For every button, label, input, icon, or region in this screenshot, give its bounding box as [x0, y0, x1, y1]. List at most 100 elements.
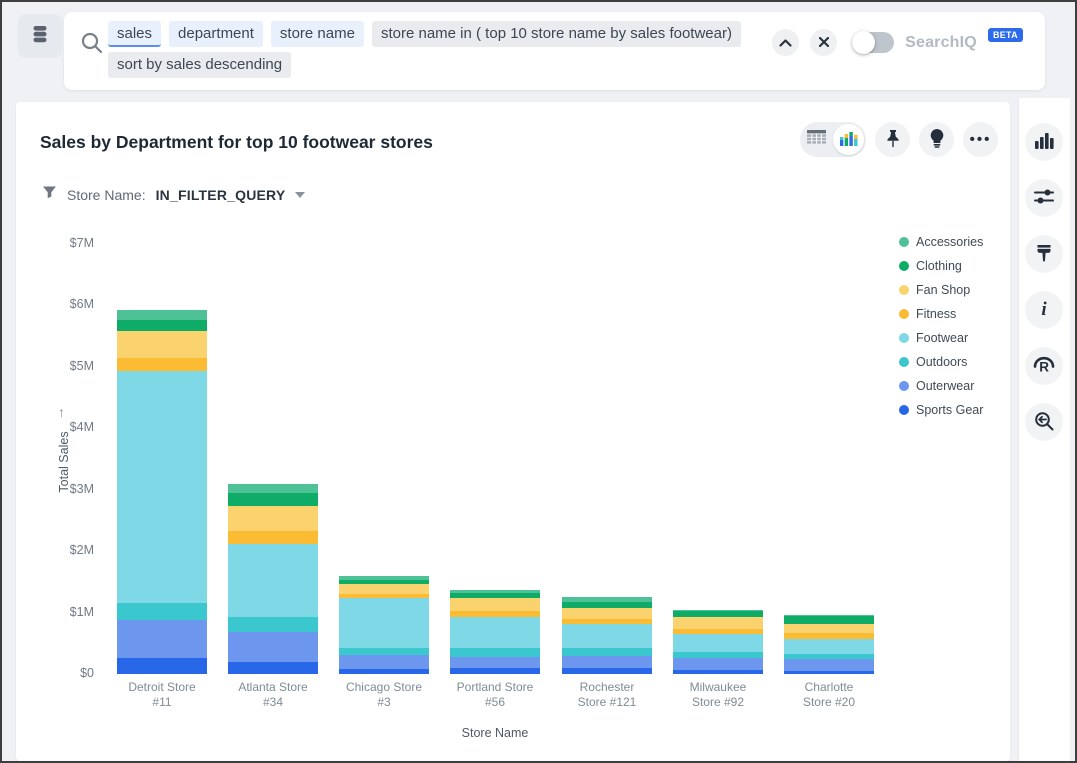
- bar-segment[interactable]: [784, 616, 874, 623]
- bar-segment[interactable]: [673, 670, 763, 674]
- bar-segment[interactable]: [228, 484, 318, 493]
- collapse-search-button[interactable]: [772, 29, 799, 56]
- bar-segment[interactable]: [117, 320, 207, 332]
- bar-segment[interactable]: [339, 580, 429, 584]
- bar-segment[interactable]: [339, 594, 429, 599]
- search-token[interactable]: store name in ( top 10 store name by sal…: [372, 21, 741, 47]
- bar-segment[interactable]: [784, 624, 874, 634]
- bar-segment[interactable]: [117, 620, 207, 658]
- bar-segment[interactable]: [784, 639, 874, 654]
- bar-segment[interactable]: [228, 493, 318, 506]
- y-axis-tick: $4M: [42, 420, 94, 434]
- bar-segment[interactable]: [673, 658, 763, 670]
- x-axis-title: Store Name: [395, 726, 595, 740]
- search-bar[interactable]: sales department store name store name in (…: [64, 12, 1045, 90]
- svg-text:R: R: [1039, 360, 1049, 375]
- close-icon: [819, 35, 829, 50]
- bar-segment[interactable]: [450, 598, 540, 612]
- bar-segment[interactable]: [339, 598, 429, 647]
- bar-segment[interactable]: [228, 632, 318, 662]
- legend-item[interactable]: Accessories: [899, 230, 983, 254]
- legend-label: Fan Shop: [916, 283, 970, 297]
- bar-segment[interactable]: [673, 611, 763, 617]
- legend-dot: [899, 261, 909, 271]
- legend-dot: [899, 309, 909, 319]
- data-source-button[interactable]: [18, 14, 62, 58]
- answer-card: Sales by Department for top 10 footwear …: [16, 102, 1010, 761]
- bar-segment[interactable]: [117, 310, 207, 319]
- explore-search-button[interactable]: [1025, 403, 1063, 441]
- bar-segment[interactable]: [673, 610, 763, 611]
- beta-badge: BETA: [988, 28, 1023, 42]
- r-analysis-button[interactable]: R: [1025, 347, 1063, 385]
- bar-segment[interactable]: [450, 668, 540, 674]
- bar-segment[interactable]: [117, 371, 207, 603]
- bar-segment[interactable]: [673, 629, 763, 634]
- search-token[interactable]: department: [169, 21, 263, 47]
- search-token[interactable]: sales: [108, 21, 161, 47]
- bar-segment[interactable]: [562, 619, 652, 625]
- legend-label: Clothing: [916, 259, 962, 273]
- bar-segment[interactable]: [450, 590, 540, 592]
- bar-segment[interactable]: [562, 624, 652, 648]
- legend-item[interactable]: Outerwear: [899, 374, 983, 398]
- clear-search-button[interactable]: [810, 29, 837, 56]
- chart-config-button[interactable]: [1025, 179, 1063, 217]
- bar-segment[interactable]: [339, 576, 429, 580]
- bar-segment[interactable]: [784, 671, 874, 674]
- plot-area: ↑ Total Sales Store Name $0$1M$2M$3M$4M$…: [16, 102, 1010, 761]
- bar-segment[interactable]: [562, 656, 652, 669]
- info-button[interactable]: i: [1025, 291, 1063, 329]
- legend-item[interactable]: Fan Shop: [899, 278, 983, 302]
- bar-segment[interactable]: [562, 597, 652, 601]
- bar-segment[interactable]: [450, 593, 540, 598]
- bar-segment[interactable]: [117, 603, 207, 620]
- search-token[interactable]: store name: [271, 21, 364, 47]
- bar-segment[interactable]: [450, 657, 540, 669]
- bar-segment[interactable]: [673, 634, 763, 652]
- y-axis-tick: $3M: [42, 482, 94, 496]
- bar-segment[interactable]: [117, 331, 207, 358]
- search-icon: [80, 31, 104, 60]
- legend-item[interactable]: Sports Gear: [899, 398, 983, 422]
- bar-segment[interactable]: [117, 358, 207, 371]
- bar-segment[interactable]: [228, 506, 318, 531]
- legend-dot: [899, 237, 909, 247]
- bar-segment[interactable]: [562, 668, 652, 674]
- bar-segment[interactable]: [673, 652, 763, 658]
- searchiq-toggle[interactable]: [852, 32, 894, 53]
- bar-segment[interactable]: [117, 658, 207, 674]
- style-brush-button[interactable]: [1025, 235, 1063, 273]
- bar-segment[interactable]: [784, 633, 874, 639]
- search-tokens-row1: sales department store name store name in (…: [108, 21, 741, 47]
- bar-segment[interactable]: [450, 617, 540, 647]
- legend-item[interactable]: Footwear: [899, 326, 983, 350]
- bar-segment[interactable]: [784, 659, 874, 671]
- legend-item[interactable]: Outdoors: [899, 350, 983, 374]
- bar-segment[interactable]: [784, 654, 874, 659]
- bar-segment[interactable]: [228, 531, 318, 544]
- bar-segment[interactable]: [562, 602, 652, 608]
- bar-segment[interactable]: [450, 611, 540, 617]
- bar-segment[interactable]: [339, 648, 429, 655]
- bar-segment[interactable]: [673, 617, 763, 629]
- legend-item[interactable]: Fitness: [899, 302, 983, 326]
- bar-segment[interactable]: [228, 662, 318, 674]
- search-query[interactable]: sales department store name store name in (…: [108, 21, 741, 78]
- bar-segment[interactable]: [562, 608, 652, 619]
- bar-segment[interactable]: [450, 648, 540, 657]
- bar-segment[interactable]: [339, 584, 429, 594]
- legend-label: Footwear: [916, 331, 968, 345]
- legend-item[interactable]: Clothing: [899, 254, 983, 278]
- chart-type-button[interactable]: [1025, 123, 1063, 161]
- bar-segment[interactable]: [784, 615, 874, 616]
- bar-segment[interactable]: [339, 669, 429, 674]
- right-rail: i R: [1018, 98, 1070, 761]
- search-token[interactable]: sort by sales descending: [108, 52, 291, 78]
- bar-segment[interactable]: [562, 648, 652, 655]
- bar-segment[interactable]: [228, 544, 318, 617]
- bar-segment[interactable]: [228, 617, 318, 631]
- bar-segment[interactable]: [339, 655, 429, 669]
- legend-label: Accessories: [916, 235, 983, 249]
- search-tokens-row2: sort by sales descending: [108, 52, 741, 78]
